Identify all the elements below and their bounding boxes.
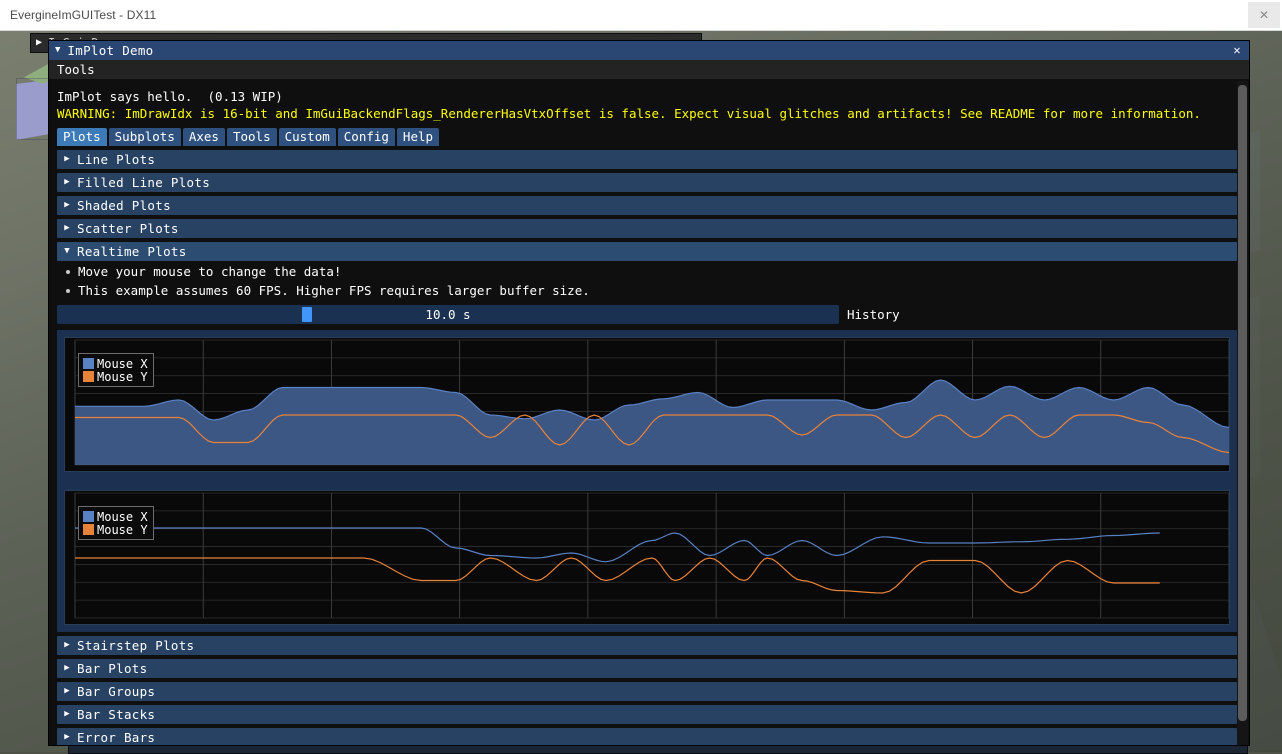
rolling-plot-mousex-line [75,528,1160,562]
scrolling-plot-canvas [65,338,1229,471]
tree-node-label: Line Plots [77,152,155,167]
tree-node-label: Shaded Plots [77,198,171,213]
tab-label: Subplots [115,129,175,144]
tab-help[interactable]: Help [397,128,439,146]
os-window-titlebar: EvergineImGUITest - DX11 ✕ [0,0,1282,31]
close-icon[interactable]: ✕ [1230,43,1244,57]
tree-node-label: Filled Line Plots [77,175,210,190]
menu-item-tools[interactable]: Tools [57,62,95,77]
chevron-right-icon[interactable]: ▶ [57,664,77,673]
bullet-dot-icon [66,289,70,293]
history-slider-value: 10.0 s [57,305,839,324]
implot-demo-window: ▼ ImPlot Demo ✕ Tools ImPlot says hello.… [48,40,1250,746]
chevron-right-icon[interactable]: ▶ [57,687,77,696]
os-close-button[interactable]: ✕ [1248,2,1280,28]
tab-config[interactable]: Config [338,128,395,146]
legend-entry[interactable]: Mouse X [83,510,148,523]
legend-swatch-mouse-x [83,358,94,369]
chevron-down-icon[interactable]: ▼ [57,247,77,256]
os-window-title: EvergineImGUITest - DX11 [0,8,156,22]
tab-subplots[interactable]: Subplots [109,128,181,146]
tab-label: Plots [63,129,101,144]
tab-label: Tools [233,129,271,144]
tree-node-scatter-plots[interactable]: ▶Scatter Plots [57,219,1237,238]
chevron-right-icon[interactable]: ▶ [57,733,77,742]
implot-window-title: ImPlot Demo [67,43,153,58]
realtime-plots-container: Mouse X Mouse Y [57,330,1237,632]
tree-node-bar-groups[interactable]: ▶Bar Groups [57,682,1237,701]
tab-label: Help [403,129,433,144]
tree-node-shaded-plots[interactable]: ▶Shaded Plots [57,196,1237,215]
tab-label: Axes [189,129,219,144]
rolling-plot-canvas [65,491,1229,624]
tree-node-label: Stairstep Plots [77,638,194,653]
implot-window-body: ImPlot says hello. (0.13 WIP) WARNING: I… [49,79,1249,745]
tree-node-filled-line-plots[interactable]: ▶Filled Line Plots [57,173,1237,192]
rolling-plot-legend[interactable]: Mouse X Mouse Y [78,506,154,540]
tree-node-label: Error Bars [77,730,155,745]
legend-swatch-mouse-y [83,524,94,535]
realtime-bullet-text: This example assumes 60 FPS. Higher FPS … [78,283,590,298]
rolling-plot[interactable]: Mouse X Mouse Y [64,490,1230,625]
legend-label-mouse-x: Mouse X [97,357,148,371]
realtime-bullet: This example assumes 60 FPS. Higher FPS … [57,282,1241,299]
tree-node-label: Bar Groups [77,684,155,699]
chevron-right-icon[interactable]: ▶ [57,178,77,187]
chevron-right-icon[interactable]: ▶ [57,224,77,233]
plots-tree-bottom: ▶Stairstep Plots▶Bar Plots▶Bar Groups▶Ba… [57,636,1241,745]
window-scrollbar[interactable] [1237,81,1248,745]
plots-tree-top: ▶Line Plots▶Filled Line Plots▶Shaded Plo… [57,150,1241,261]
bullet-dot-icon [66,270,70,274]
legend-entry[interactable]: Mouse Y [83,370,148,383]
implot-hello-text: ImPlot says hello. (0.13 WIP) [57,88,1241,105]
tree-node-bar-stacks[interactable]: ▶Bar Stacks [57,705,1237,724]
legend-entry[interactable]: Mouse X [83,357,148,370]
legend-label-mouse-y: Mouse Y [97,370,148,384]
tab-label: Custom [285,129,330,144]
rolling-plot-mousey-line [75,558,1160,593]
tree-node-label: Realtime Plots [77,244,187,259]
scrolling-plot-legend[interactable]: Mouse X Mouse Y [78,353,154,387]
collapse-arrow-icon[interactable]: ▶ [36,38,42,48]
tab-plots[interactable]: Plots [57,128,107,146]
tree-node-label: Scatter Plots [77,221,179,236]
collapse-arrow-icon[interactable]: ▼ [55,46,60,55]
legend-swatch-mouse-y [83,371,94,382]
implot-warning-text: WARNING: ImDrawIdx is 16-bit and ImGuiBa… [57,105,1241,122]
chevron-right-icon[interactable]: ▶ [57,201,77,210]
tree-node-bar-plots[interactable]: ▶Bar Plots [57,659,1237,678]
legend-swatch-mouse-x [83,511,94,522]
scrolling-plot[interactable]: Mouse X Mouse Y [64,337,1230,472]
implot-window-titlebar[interactable]: ▼ ImPlot Demo ✕ [49,41,1249,60]
tab-custom[interactable]: Custom [279,128,336,146]
chevron-right-icon[interactable]: ▶ [57,155,77,164]
window-scrollbar-thumb[interactable] [1238,85,1247,721]
tree-node-error-bars[interactable]: ▶Error Bars [57,728,1237,745]
history-slider-row: 10.0 s History [57,305,1241,324]
realtime-bullet-text: Move your mouse to change the data! [78,264,341,279]
implot-menubar: Tools [49,60,1249,79]
history-slider[interactable]: 10.0 s [57,305,839,324]
tree-node-stairstep-plots[interactable]: ▶Stairstep Plots [57,636,1237,655]
tree-node-label: Bar Plots [77,661,147,676]
tab-tools[interactable]: Tools [227,128,277,146]
realtime-bullet: Move your mouse to change the data! [57,263,1241,280]
chevron-right-icon[interactable]: ▶ [57,641,77,650]
legend-entry[interactable]: Mouse Y [83,523,148,536]
tree-node-line-plots[interactable]: ▶Line Plots [57,150,1237,169]
tab-label: Config [344,129,389,144]
implot-tabbar: Plots Subplots Axes Tools Custom Config Help [57,128,1241,146]
rolling-plot-gridlines [75,493,1229,618]
realtime-bullets: Move your mouse to change the data! This … [57,263,1241,299]
chevron-right-icon[interactable]: ▶ [57,710,77,719]
tree-node-label: Bar Stacks [77,707,155,722]
legend-label-mouse-y: Mouse Y [97,523,148,537]
legend-label-mouse-x: Mouse X [97,510,148,524]
history-slider-label: History [847,307,900,322]
tree-node-realtime-plots[interactable]: ▼Realtime Plots [57,242,1237,261]
tab-axes[interactable]: Axes [183,128,225,146]
